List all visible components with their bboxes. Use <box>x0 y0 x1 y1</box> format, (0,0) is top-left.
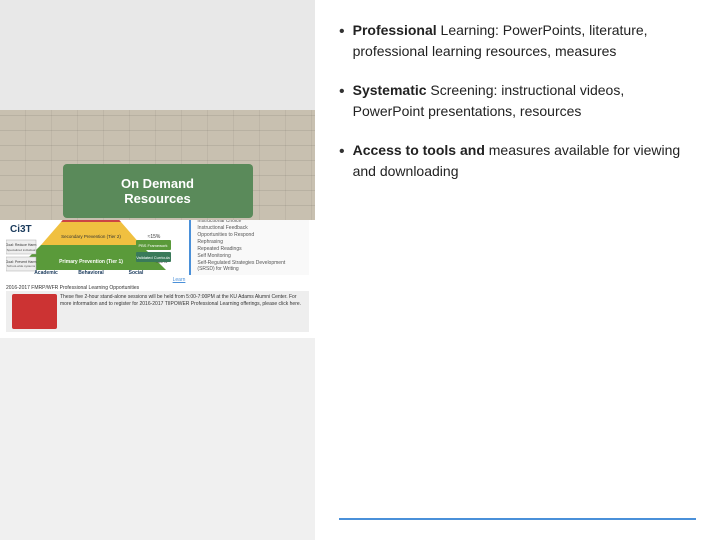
svg-text:Primary Prevention (Tier 1): Primary Prevention (Tier 1) <box>59 259 123 265</box>
intervention-item-12: Self Monitoring <box>197 252 303 259</box>
logo-text: Ci3T <box>10 224 32 235</box>
intervention-item-8: Instructional Feedback <box>197 224 303 231</box>
bullet-heading-professional: Professional <box>353 22 437 38</box>
right-panel: • Professional Learning: PowerPoints, li… <box>315 0 720 540</box>
svg-text:Academic: Academic <box>34 270 58 275</box>
bullet-item-professional: • Professional Learning: PowerPoints, li… <box>339 20 696 62</box>
svg-text:PBS Framework: PBS Framework <box>138 243 167 248</box>
screenshot-container: On Demand Resources Ci3T Home About Buil… <box>0 110 315 540</box>
learn-link[interactable]: Learn <box>6 277 185 283</box>
bullet-heading-systematic: Systematic <box>353 82 427 98</box>
svg-text:School-wide systems: School-wide systems <box>7 264 36 268</box>
intervention-item-11: Repeated Readings <box>197 245 303 252</box>
bottom-description: These five 2-hour stand-alone sessions w… <box>60 294 303 329</box>
svg-text:Behavioral: Behavioral <box>78 270 104 275</box>
svg-text:Validated Curricula: Validated Curricula <box>136 255 170 260</box>
svg-text:Social: Social <box>129 270 144 275</box>
bottom-strip: These five 2-hour stand-alone sessions w… <box>6 291 309 332</box>
svg-text:Secondary Prevention (Tier 2): Secondary Prevention (Tier 2) <box>61 234 121 239</box>
bullet-item-systematic: • Systematic Screening: instructional vi… <box>339 80 696 122</box>
bottom-thumbnail <box>12 294 57 329</box>
bullet-dot-1: • <box>339 22 345 41</box>
bullet-content-access: Access to tools and measures available f… <box>353 140 696 182</box>
bullet-item-access: • Access to tools and measures available… <box>339 140 696 182</box>
svg-text:Goal: Reduce Harm: Goal: Reduce Harm <box>6 243 37 247</box>
bullet-dot-2: • <box>339 82 345 101</box>
left-panel: On Demand Resources Ci3T Home About Buil… <box>0 0 315 540</box>
logo-area: Ci3T <box>6 220 36 239</box>
intervention-item-13: Self-Regulated Strategies Development (S… <box>197 259 303 272</box>
intervention-item-9: Opportunities to Respond <box>197 231 303 238</box>
intervention-item-10: Rephrasing <box>197 238 303 245</box>
bullet-content-professional: Professional Learning: PowerPoints, lite… <box>353 20 696 62</box>
svg-text:Specialized individual: Specialized individual <box>7 248 36 252</box>
bullet-content-systematic: Systematic Screening: instructional vide… <box>353 80 696 122</box>
session-info: 2016-2017 FMRP/WFR Professional Learning… <box>6 285 185 291</box>
on-demand-resources-button[interactable]: On Demand Resources <box>63 164 253 218</box>
bottom-underline <box>339 518 696 520</box>
svg-text:≈15%: ≈15% <box>148 234 161 240</box>
bullet-heading-access: Access to tools and <box>353 142 485 158</box>
bullet-dot-3: • <box>339 142 345 161</box>
